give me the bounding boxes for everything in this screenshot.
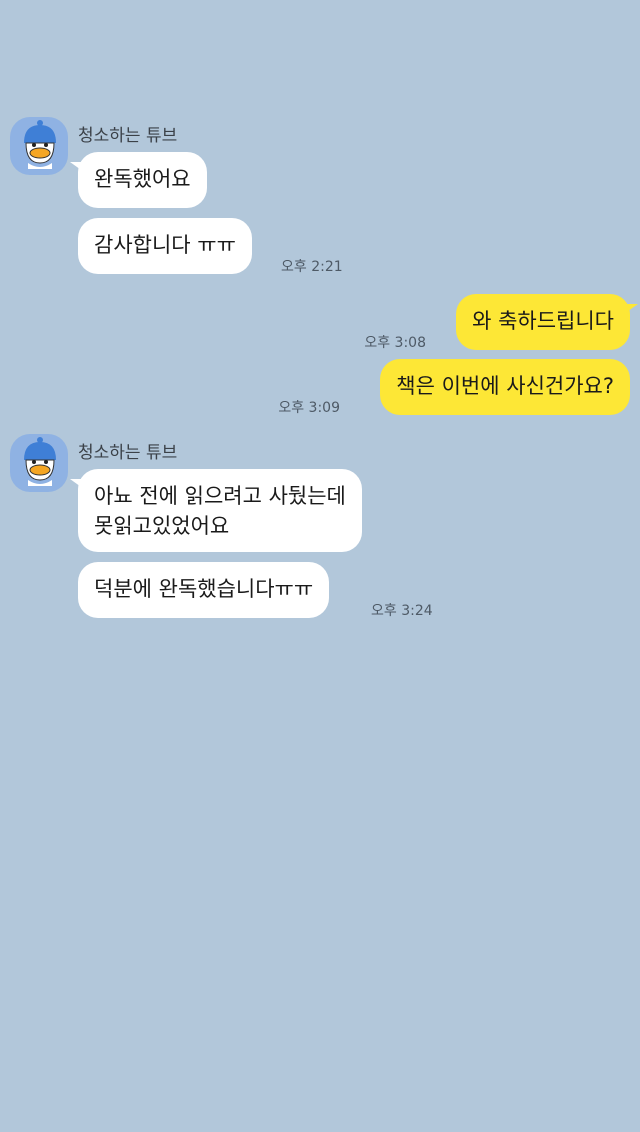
duck-character-icon <box>24 120 56 169</box>
incoming-message[interactable]: 감사합니다 ㅠㅠ <box>78 218 252 274</box>
avatar[interactable] <box>10 117 68 175</box>
avatar[interactable] <box>10 434 68 492</box>
message-timestamp: 오후 2:21 <box>281 259 343 275</box>
message-timestamp: 오후 3:24 <box>371 603 433 619</box>
incoming-message[interactable]: 아뇨 전에 읽으려고 사뒀는데 못읽고있었어요 <box>70 469 362 552</box>
message-timestamp: 오후 3:08 <box>364 335 426 351</box>
message-timestamp: 오후 3:09 <box>278 400 340 416</box>
sender-name: 청소하는 튜브 <box>78 443 178 463</box>
incoming-message[interactable]: 완독했어요 <box>70 152 207 208</box>
outgoing-message[interactable]: 책은 이번에 사신건가요? <box>380 359 630 415</box>
duck-character-icon <box>24 437 56 486</box>
outgoing-message[interactable]: 와 축하드립니다 <box>456 294 638 350</box>
sender-name: 청소하는 튜브 <box>78 126 178 146</box>
incoming-message[interactable]: 덕분에 완독했습니다ㅠㅠ <box>78 562 330 618</box>
